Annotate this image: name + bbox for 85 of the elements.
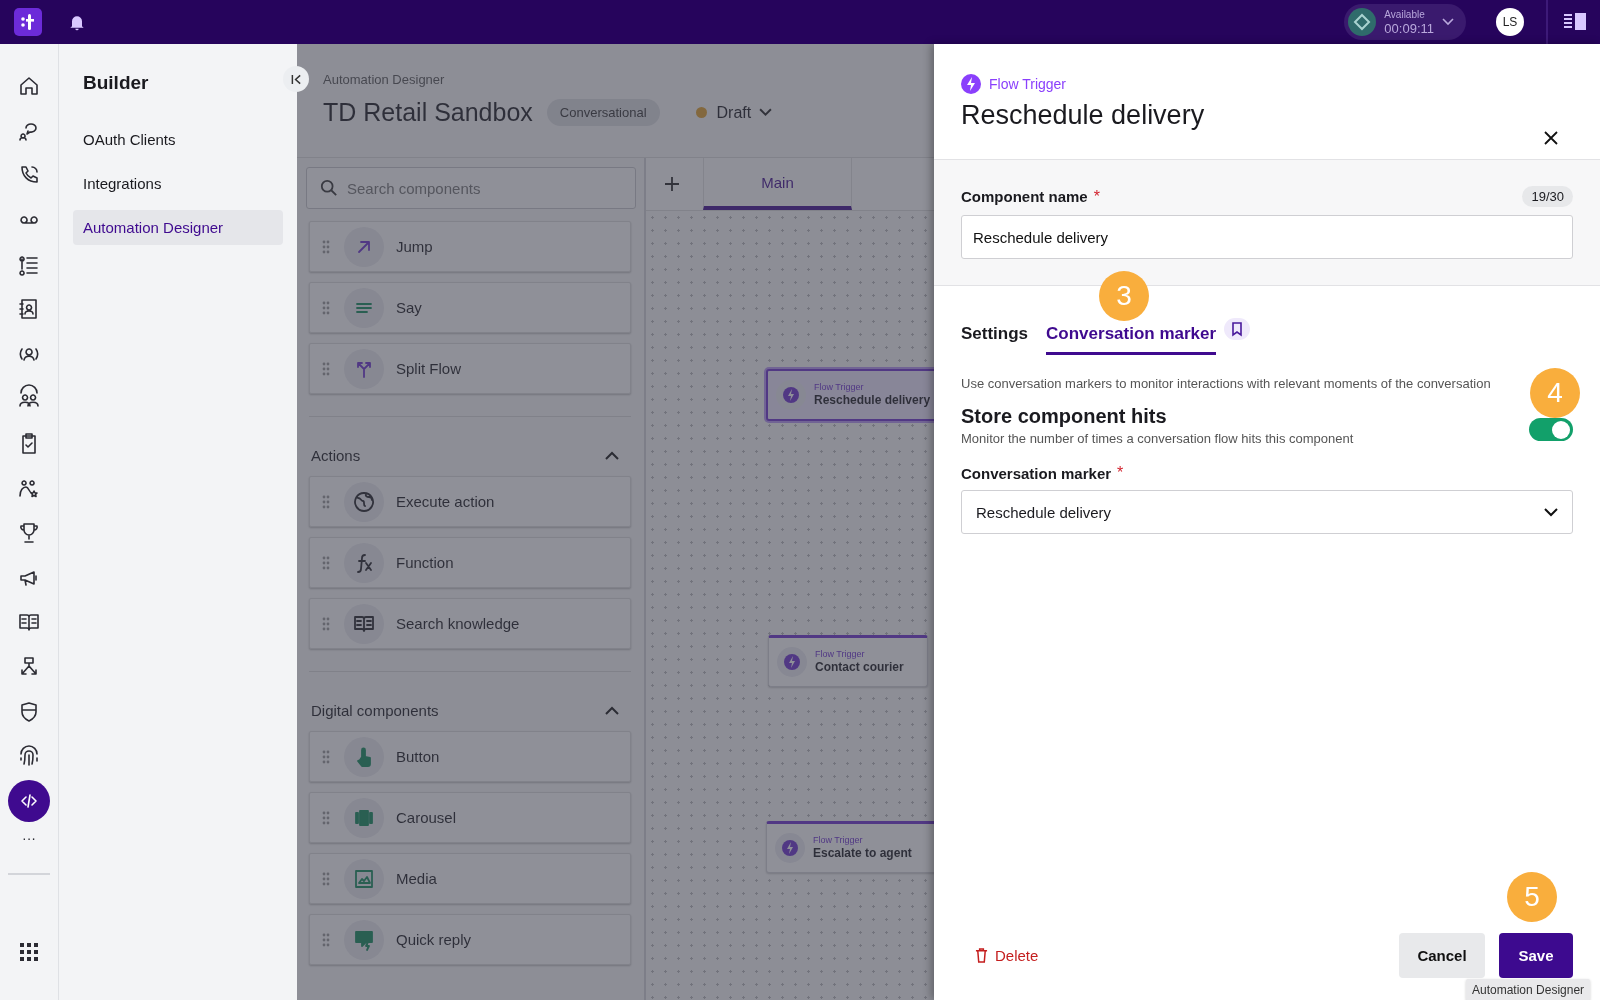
panel-title: Reschedule delivery — [961, 100, 1206, 131]
drag-handle-icon[interactable] — [322, 555, 330, 570]
component-item[interactable]: Carousel — [309, 792, 631, 843]
component-item[interactable]: Execute action — [309, 476, 631, 527]
user-avatar[interactable]: LS — [1496, 8, 1524, 36]
status-selector[interactable]: Available 00:09:11 — [1344, 4, 1466, 40]
breadcrumb[interactable]: Automation Designer — [323, 72, 445, 87]
code-icon[interactable] — [8, 780, 50, 822]
split-icon — [344, 348, 384, 389]
lightning-icon — [775, 833, 805, 863]
carousel-icon — [344, 797, 384, 838]
panel-layout-icon[interactable] — [1564, 13, 1586, 31]
required-mark: * — [1117, 464, 1124, 482]
sidebar-item[interactable]: Integrations — [73, 166, 283, 201]
chevron-icon — [1544, 507, 1558, 517]
required-mark: * — [1093, 187, 1100, 206]
say-icon — [344, 287, 384, 328]
drag-handle-icon[interactable] — [322, 871, 330, 886]
add-icon[interactable] — [664, 176, 680, 192]
sidebar-item[interactable]: Automation Designer — [73, 210, 283, 245]
flow-node[interactable]: Flow Trigger Contact courier — [768, 635, 928, 687]
field-label: Conversation marker — [961, 464, 1112, 482]
bookmark-icon — [1224, 318, 1251, 340]
caret-icon — [1442, 18, 1454, 26]
flow-title: TD Retail Sandbox — [323, 98, 533, 127]
setting-description: Monitor the number of times a conversation flow hits this component — [961, 431, 1355, 446]
description-text: Use conversation markers to monitor interactions with relevant moments of the conversation — [961, 376, 1492, 391]
component-item[interactable]: Say — [309, 282, 631, 333]
component-item[interactable]: Jump — [309, 221, 631, 272]
save-button[interactable]: Save — [1499, 933, 1573, 978]
delete-button[interactable]: Delete — [961, 947, 1053, 964]
component-item[interactable]: Function — [309, 537, 631, 588]
toggle-switch[interactable] — [1529, 418, 1573, 441]
more-menu[interactable]: ··· — [22, 830, 36, 845]
touch-icon — [344, 736, 384, 777]
status-dropdown[interactable]: Draft — [695, 103, 773, 122]
panel-tab[interactable]: Settings — [961, 318, 1029, 355]
close-icon[interactable] — [1544, 131, 1558, 145]
component-type: Flow Trigger — [989, 76, 1067, 92]
collapse-sidebar-button[interactable] — [283, 66, 309, 92]
cancel-button[interactable]: Cancel — [1399, 933, 1485, 978]
globe-icon — [344, 481, 384, 522]
section-title: Digital components — [311, 702, 439, 719]
drag-handle-icon[interactable] — [322, 616, 330, 631]
drag-handle-icon[interactable] — [322, 361, 330, 376]
type-tag: Conversational — [546, 99, 660, 126]
reply-icon — [344, 919, 384, 960]
caret-icon — [759, 108, 773, 117]
logo-icon[interactable] — [14, 8, 42, 36]
drag-handle-icon[interactable] — [322, 300, 330, 315]
tooltip: Automation Designer — [1466, 979, 1591, 1000]
chevron-icon[interactable] — [605, 451, 619, 460]
component-item[interactable]: Button — [309, 731, 631, 782]
component-item[interactable]: Split Flow — [309, 343, 631, 394]
apps-grid-icon[interactable] — [19, 942, 39, 962]
collapse-icon — [290, 73, 302, 85]
media-icon — [344, 858, 384, 899]
book-icon — [344, 603, 384, 644]
lightning-icon — [961, 74, 981, 94]
status-icon — [1348, 8, 1377, 36]
drag-handle-icon[interactable] — [322, 932, 330, 947]
component-item[interactable]: Quick reply — [309, 914, 631, 965]
flow-node[interactable]: Flow Trigger Reschedule delivery — [766, 369, 934, 421]
field-label: Component name — [961, 188, 1088, 205]
drag-handle-icon[interactable] — [322, 810, 330, 825]
marker-dropdown[interactable]: Reschedule delivery — [961, 490, 1573, 534]
section-title: Actions — [311, 447, 361, 464]
search-field[interactable]: Search components — [306, 167, 636, 209]
drag-handle-icon[interactable] — [322, 239, 330, 254]
sidebar-title: Builder — [83, 72, 150, 94]
lightning-icon — [777, 647, 807, 677]
component-item[interactable]: Search knowledge — [309, 598, 631, 649]
search-icon — [320, 179, 338, 197]
function-icon — [344, 542, 384, 583]
setting-title: Store component hits — [961, 405, 1168, 428]
drag-handle-icon[interactable] — [322, 494, 330, 509]
drag-handle-icon[interactable] — [322, 749, 330, 764]
name-input[interactable]: Reschedule delivery — [961, 215, 1573, 259]
trash-icon — [975, 948, 988, 963]
character-counter: 19/30 — [1522, 186, 1573, 207]
jump-icon — [344, 226, 384, 267]
sidebar-item[interactable]: OAuth Clients — [73, 122, 283, 157]
component-item[interactable]: Media — [309, 853, 631, 904]
flow-node[interactable]: Flow Trigger Escalate to agent — [766, 821, 934, 873]
chevron-icon[interactable] — [605, 706, 619, 715]
